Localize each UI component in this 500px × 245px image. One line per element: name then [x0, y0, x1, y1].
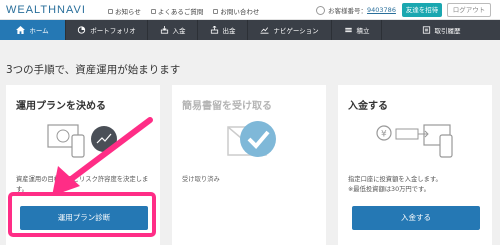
- deposit-illustration-icon: ¥: [376, 124, 453, 158]
- card-mail-title: 簡易書留を受け取る: [182, 101, 272, 112]
- card-mail-status: 受け取り済み: [182, 176, 220, 183]
- card-deposit-desc: 指定口座に投資額を入金します。: [348, 176, 442, 183]
- list-icon: [422, 26, 430, 34]
- deposit-icon: [160, 26, 168, 34]
- user-icon: [316, 5, 325, 15]
- nav-history[interactable]: 取引履歴: [382, 20, 500, 40]
- news-icon: [108, 8, 113, 14]
- card-plan-title: 運用プランを決める: [16, 101, 106, 112]
- card-deposit-title: 入金する: [348, 101, 388, 112]
- mail-icon: [213, 8, 219, 14]
- pie-chart-icon: [78, 26, 86, 34]
- news-link[interactable]: お知らせ: [108, 6, 141, 16]
- nav-portfolio[interactable]: ポートフォリオ: [66, 20, 148, 40]
- highlight-box: [8, 192, 156, 237]
- nav-navigation[interactable]: ナビゲーション: [248, 20, 332, 40]
- contact-link[interactable]: お問い合わせ: [213, 6, 259, 16]
- top-links: お知らせ よくあるご質問 お問い合わせ: [108, 6, 259, 16]
- svg-text:¥: ¥: [381, 130, 387, 140]
- withdraw-icon: [210, 26, 218, 34]
- question-icon: [150, 8, 156, 14]
- main-nav: ホーム ポートフォリオ 入金 出金 ナビゲーション 積立 取引履歴: [0, 20, 500, 40]
- logout-button[interactable]: ログアウト: [447, 3, 491, 17]
- card-deposit-note: ※最低投資額は30万円です。: [348, 186, 430, 193]
- check-envelope-icon: [227, 121, 276, 157]
- plan-illustration-icon: [47, 124, 117, 158]
- card-deposit: 入金する ¥ 指定口座に投資額を入金します。 ※最低投資額は30万円です。 入金…: [338, 85, 492, 245]
- user-number-link[interactable]: 9403786: [367, 6, 396, 14]
- stack-icon: [344, 27, 352, 33]
- nav-withdraw[interactable]: 出金: [198, 20, 248, 40]
- user-label: お客様番号：: [328, 7, 367, 15]
- page-headline: 3つの手順で、資産運用が始まります: [6, 64, 181, 76]
- user-info: お客様番号： 9403786: [316, 5, 396, 15]
- home-icon: [16, 26, 26, 34]
- deposit-button[interactable]: 入金する: [352, 206, 480, 230]
- logo[interactable]: WEALTHNAVI: [6, 4, 86, 16]
- nav-deposit[interactable]: 入金: [148, 20, 198, 40]
- top-bar: WEALTHNAVI お知らせ よくあるご質問 お問い合わせ お客様番号： 940…: [0, 0, 500, 20]
- nav-home[interactable]: ホーム: [0, 20, 66, 40]
- nav-accumulate[interactable]: 積立: [332, 20, 382, 40]
- faq-link[interactable]: よくあるご質問: [150, 6, 203, 16]
- invite-button[interactable]: 友達を招待: [402, 3, 442, 17]
- chart-icon: [260, 27, 269, 34]
- card-mail: 簡易書留を受け取る 受け取り済み: [172, 85, 326, 245]
